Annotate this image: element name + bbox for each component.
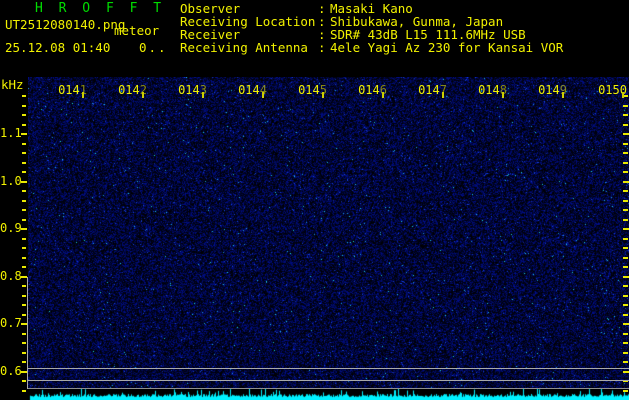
frequency-tick-mark bbox=[623, 295, 628, 297]
frequency-tick-mark bbox=[623, 361, 628, 363]
frequency-tick-mark bbox=[22, 257, 26, 259]
frequency-tick-mark bbox=[21, 228, 27, 230]
frequency-tick-mark bbox=[22, 285, 26, 287]
time-tick-mark bbox=[202, 92, 204, 98]
frequency-tick-mark bbox=[623, 190, 628, 192]
signal-meter-canvas bbox=[28, 389, 629, 400]
frequency-tick-mark bbox=[22, 361, 26, 363]
frequency-tick-mark bbox=[623, 371, 629, 373]
frequency-tick-mark bbox=[21, 133, 27, 135]
hrofft-window: H R O F F T UT2512080140.png meteor 25.1… bbox=[0, 0, 629, 400]
frequency-tick-label: 0.6 bbox=[0, 364, 20, 378]
band-marker-line-upper bbox=[28, 368, 629, 369]
frequency-tick-mark bbox=[22, 314, 26, 316]
frequency-tick-mark bbox=[22, 247, 26, 249]
frequency-tick-mark bbox=[22, 390, 26, 392]
frequency-tick-label: 0.8 bbox=[0, 269, 20, 283]
time-tick-mark bbox=[622, 92, 624, 98]
frequency-tick-mark bbox=[623, 304, 628, 306]
frequency-tick-mark bbox=[623, 209, 628, 211]
frequency-tick-mark bbox=[22, 295, 26, 297]
frequency-tick-mark bbox=[623, 238, 628, 240]
smeter-baseline bbox=[28, 388, 629, 389]
frequency-tick-mark bbox=[623, 124, 628, 126]
time-tick-mark bbox=[142, 92, 144, 98]
info-value: 4ele Yagi Az 230 for Kansai VOR bbox=[330, 41, 563, 54]
frequency-tick-mark bbox=[22, 124, 26, 126]
app-title: H R O F F T bbox=[35, 1, 165, 16]
frequency-tick-mark bbox=[623, 352, 628, 354]
frequency-tick-mark bbox=[623, 390, 628, 392]
frequency-tick-mark bbox=[623, 323, 629, 325]
output-filename: UT2512080140.png bbox=[5, 17, 125, 32]
frequency-tick-mark bbox=[623, 276, 629, 278]
spectrogram-canvas bbox=[28, 77, 629, 390]
frequency-tick-mark bbox=[623, 219, 628, 221]
frequency-tick-mark bbox=[22, 380, 26, 382]
frequency-tick-mark bbox=[623, 257, 628, 259]
frequency-tick-mark bbox=[623, 133, 629, 135]
time-tick-mark bbox=[502, 92, 504, 98]
band-marker-line-vertical bbox=[27, 277, 28, 389]
frequency-tick-mark bbox=[22, 171, 26, 173]
frequency-tick-mark bbox=[22, 238, 26, 240]
frequency-tick-mark bbox=[623, 266, 628, 268]
frequency-tick-mark bbox=[623, 143, 628, 145]
frequency-tick-mark bbox=[623, 105, 628, 107]
info-row: Receiving Antenna:4ele Yagi Az 230 for K… bbox=[180, 41, 563, 54]
echo-counter: 0.. bbox=[139, 40, 168, 55]
frequency-tick-mark bbox=[22, 143, 26, 145]
frequency-tick-mark bbox=[623, 228, 629, 230]
timestamp: 25.12.08 01:40 bbox=[5, 40, 110, 55]
frequency-tick-mark bbox=[22, 162, 26, 164]
time-tick-mark bbox=[82, 92, 84, 98]
frequency-tick-label: 1.1 bbox=[0, 126, 20, 140]
frequency-tick-mark bbox=[22, 114, 26, 116]
frequency-tick-mark bbox=[22, 105, 26, 107]
frequency-tick-mark bbox=[22, 209, 26, 211]
frequency-tick-mark bbox=[623, 181, 629, 183]
mode-label: meteor bbox=[114, 23, 159, 38]
station-info-table: Observer: Masaki Kano Receiving Location: S… bbox=[180, 2, 563, 54]
frequency-axis-unit: kHz bbox=[1, 77, 24, 92]
frequency-tick-mark bbox=[623, 333, 628, 335]
time-tick-mark bbox=[382, 92, 384, 98]
frequency-tick-label: 1.0 bbox=[0, 174, 20, 188]
frequency-tick-mark bbox=[22, 219, 26, 221]
frequency-tick-mark bbox=[22, 266, 26, 268]
frequency-tick-label: 0.7 bbox=[0, 316, 20, 330]
info-label: Receiving Antenna bbox=[180, 41, 318, 54]
frequency-tick-mark bbox=[22, 304, 26, 306]
info-separator: : bbox=[318, 41, 330, 54]
frequency-tick-mark bbox=[623, 162, 628, 164]
frequency-tick-mark bbox=[623, 200, 628, 202]
band-marker-line-lower bbox=[28, 380, 629, 381]
frequency-tick-mark bbox=[22, 333, 26, 335]
time-tick-mark bbox=[262, 92, 264, 98]
frequency-tick-mark bbox=[623, 342, 628, 344]
frequency-tick-label: 0.9 bbox=[0, 221, 20, 235]
frequency-tick-mark bbox=[22, 200, 26, 202]
time-tick-mark bbox=[442, 92, 444, 98]
frequency-tick-mark bbox=[21, 181, 27, 183]
frequency-tick-mark bbox=[22, 342, 26, 344]
frequency-tick-mark bbox=[623, 314, 628, 316]
frequency-tick-mark bbox=[22, 95, 26, 97]
time-tick-mark bbox=[322, 92, 324, 98]
frequency-tick-mark bbox=[623, 152, 628, 154]
frequency-tick-mark bbox=[22, 352, 26, 354]
frequency-tick-mark bbox=[22, 152, 26, 154]
time-tick-mark bbox=[562, 92, 564, 98]
frequency-tick-mark bbox=[623, 171, 628, 173]
frequency-tick-mark bbox=[623, 285, 628, 287]
frequency-tick-mark bbox=[623, 247, 628, 249]
frequency-tick-mark bbox=[623, 114, 628, 116]
frequency-tick-mark bbox=[22, 190, 26, 192]
